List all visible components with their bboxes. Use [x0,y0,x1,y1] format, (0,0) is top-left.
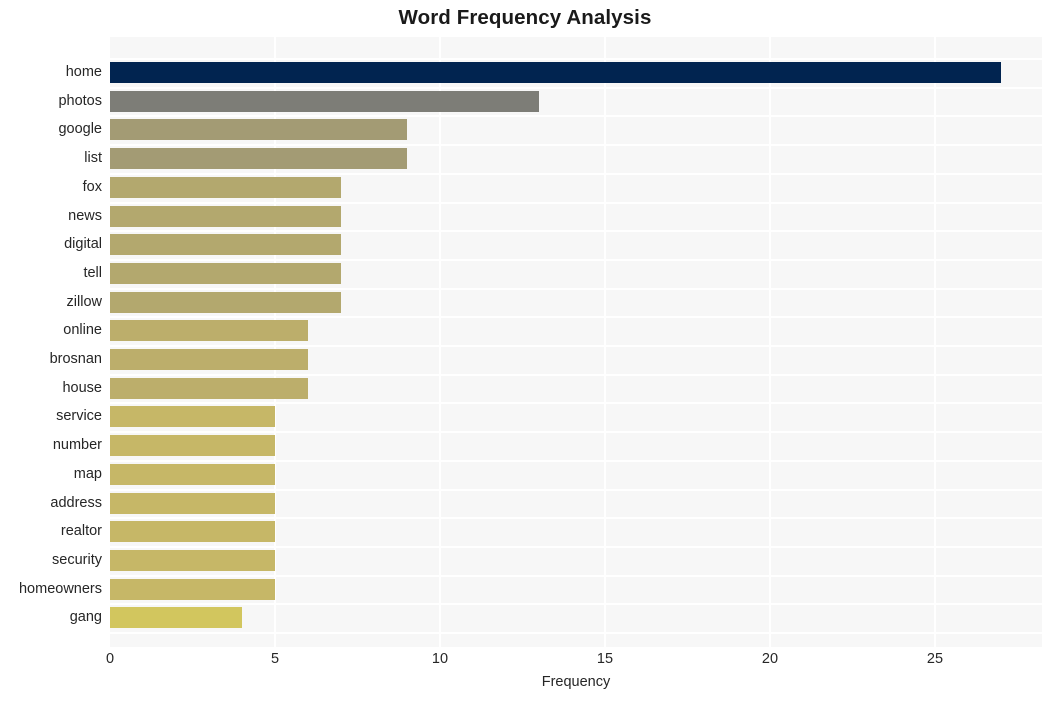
bar-service[interactable] [110,406,275,428]
y-tick-label-tell: tell [83,264,102,281]
y-gridline [110,86,1042,89]
y-gridline [110,345,1042,347]
y-gridline [110,517,1042,520]
y-tick-label-zillow: zillow [66,293,102,310]
bar-house[interactable] [110,377,308,399]
bar-digital[interactable] [110,234,341,256]
y-gridline [110,230,1042,233]
y-tick-label-house: house [62,379,102,396]
y-tick-label-online: online [63,322,102,339]
x-gridline [439,37,441,647]
x-gridline [604,37,606,647]
bar-list[interactable] [110,148,407,170]
bar-zillow[interactable] [110,291,341,313]
y-tick-label-security: security [52,551,102,568]
plot-area [110,37,1042,647]
bar-security[interactable] [110,549,275,571]
y-tick-label-realtor: realtor [60,523,102,540]
y-tick-label-photos: photos [58,92,102,109]
bar-fox[interactable] [110,176,341,198]
y-tick-label-gang: gang [69,609,102,626]
y-gridline [110,373,1042,376]
x-axis-label: Frequency [541,674,611,690]
bar-brosnan[interactable] [110,349,308,370]
y-gridline [110,402,1042,405]
y-tick-label-fox: fox [82,178,102,195]
y-axis: home photos google list fox news digital tell zi… [0,37,110,647]
y-tick-label-brosnan: brosnan [49,351,102,367]
y-gridline [110,431,1042,434]
page-title: Word Frequency Analysis [398,6,652,29]
y-tick-label-map: map [73,465,102,482]
y-gridline [110,459,1042,462]
x-tick-label-25: 25 [926,651,944,667]
y-gridline [110,58,1042,60]
y-tick-label-digital: digital [64,236,102,253]
y-tick-label-news: news [68,207,102,224]
y-gridline [110,632,1042,634]
bar-online[interactable] [110,320,308,342]
y-gridline [110,144,1042,147]
bar-number[interactable] [110,435,275,457]
bar-tell[interactable] [110,262,341,284]
y-gridline [110,488,1042,491]
bar-home[interactable] [110,62,1001,83]
x-tick-label-0: 0 [105,651,115,667]
x-gridline [934,37,936,647]
y-gridline [110,603,1042,606]
x-axis: 0 5 10 15 20 25 [106,647,1042,673]
x-tick-label-20: 20 [761,651,779,667]
y-gridline [110,287,1042,290]
y-tick-label-homeowners: homeowners [18,580,102,597]
chart-figure: Word Frequency Analysis home photos google… [0,0,1050,701]
x-tick-label-15: 15 [596,651,614,667]
bar-homeowners[interactable] [110,578,275,600]
bar-gang[interactable] [110,607,242,629]
y-gridline [110,172,1042,175]
x-tick-label-5: 5 [270,651,280,667]
y-gridline [110,201,1042,204]
y-tick-label-number: number [52,437,102,454]
x-gridline [769,37,771,647]
y-tick-label-home: home [65,64,102,80]
y-tick-label-google: google [58,121,102,138]
y-gridline [110,574,1042,577]
y-gridline [110,545,1042,548]
y-tick-label-service: service [56,408,102,425]
bar-google[interactable] [110,119,407,141]
y-gridline [110,115,1042,118]
y-gridline [110,258,1042,261]
y-gridline [110,316,1042,319]
bar-map[interactable] [110,463,275,485]
bar-news[interactable] [110,205,341,227]
x-tick-label-10: 10 [431,651,449,667]
bar-address[interactable] [110,492,275,514]
y-tick-label-list: list [84,150,102,167]
bar-realtor[interactable] [110,521,275,543]
y-tick-label-address: address [50,494,102,511]
bar-photos[interactable] [110,90,539,112]
